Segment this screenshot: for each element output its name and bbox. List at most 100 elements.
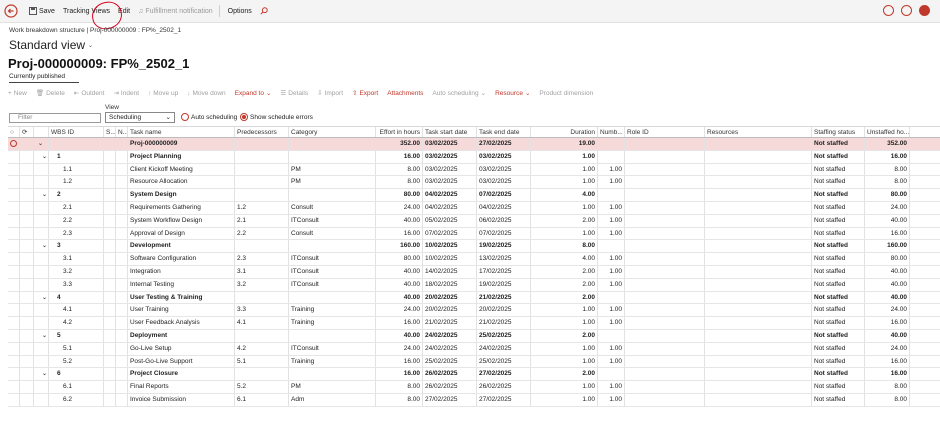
auto-scheduling-radio[interactable]: Auto scheduling	[181, 113, 237, 121]
expand-toggle[interactable]: ⌄	[34, 368, 49, 381]
table-row[interactable]: 5.2 Post-Go-Live Support 5.1 Training 16.00 2…	[8, 355, 940, 369]
table-row[interactable]: ⌄ 2 System Design 80.00 04/02/2025 07/02/2025…	[8, 189, 940, 202]
row-select-radio[interactable]	[8, 342, 20, 355]
select-all-radio[interactable]: ○	[8, 127, 20, 137]
row-select-radio[interactable]	[8, 189, 20, 201]
col-s[interactable]: S...	[104, 127, 116, 137]
row-select-radio[interactable]	[8, 163, 20, 176]
view-select[interactable]: Scheduling ⌄	[105, 112, 175, 123]
row-select-radio[interactable]	[8, 317, 20, 329]
table-row[interactable]: ⌄ 4 User Testing & Training 40.00 20/02/2025…	[8, 291, 940, 305]
table-row[interactable]: 5.1 Go-Live Setup 4.2 ITConsult 24.00 24/02/2…	[8, 342, 940, 356]
row-select-radio[interactable]	[8, 393, 20, 406]
expand-toggle[interactable]: ⌄	[34, 329, 49, 342]
col-effort[interactable]: Effort in hours	[376, 127, 423, 137]
table-row[interactable]: 2.2 System Workflow Design 2.1 ITConsult 40.…	[8, 214, 940, 228]
table-row[interactable]: 3.3 Internal Testing 3.2 ITConsult 40.00 18/0…	[8, 278, 940, 292]
table-row[interactable]: 3.2 Integration 3.1 ITConsult 40.00 14/02/202…	[8, 265, 940, 279]
attachments-button[interactable]: Attachments	[387, 90, 423, 97]
row-select-radio[interactable]	[8, 278, 20, 291]
row-select-radio[interactable]	[8, 253, 20, 265]
row-select-radio[interactable]	[8, 214, 20, 227]
view-selector[interactable]: Standard view ⌄	[9, 38, 93, 52]
table-row[interactable]: ⌄ 6 Project Closure 16.00 26/02/2025 27/02/20…	[8, 368, 940, 382]
export-button[interactable]: ⇧ Export	[352, 89, 378, 98]
fulfillment-notification-button[interactable]: ♫ Fulfillment notification	[138, 8, 213, 15]
expand-toggle[interactable]: ⌄	[34, 291, 49, 304]
plus-icon: +	[8, 89, 12, 97]
row-select-radio[interactable]	[8, 329, 20, 342]
expand-toggle[interactable]: ⌄	[34, 150, 49, 163]
options-button[interactable]: Options	[228, 8, 252, 15]
table-row[interactable]: ⌄ 5 Deployment 40.00 24/02/2025 25/02/2025 2.0…	[8, 329, 940, 343]
table-row[interactable]: ⌄ 1 Project Planning 16.00 03/02/2025 03/02/2…	[8, 150, 940, 164]
table-row[interactable]: 3.1 Software Configuration 2.3 ITConsult 80.…	[8, 253, 940, 266]
row-select-radio[interactable]	[8, 176, 20, 189]
table-row[interactable]: ⌄ 3 Development 160.00 10/02/2025 19/02/2025 8…	[8, 240, 940, 254]
expand-to-button[interactable]: Expand to ⌄	[235, 89, 272, 98]
refresh-icon[interactable]	[883, 5, 894, 16]
resource-menu[interactable]: Resource ⌄	[495, 89, 530, 98]
office-icon[interactable]	[901, 5, 912, 16]
table-row[interactable]: ⌄ Proj-000000009 352.00 03/02/2025 27/02/202…	[8, 138, 940, 151]
row-select-radio[interactable]	[8, 291, 20, 304]
empty-cell	[705, 304, 812, 317]
move-down-button[interactable]: ↓ Move down	[187, 90, 226, 97]
row-select-radio[interactable]	[8, 201, 20, 214]
back-button[interactable]	[1, 1, 21, 21]
delete-button[interactable]: 🗑 Delete	[36, 89, 65, 98]
empty-cell	[705, 317, 812, 329]
options-label: Options	[227, 7, 252, 15]
expand-toggle[interactable]: ⌄	[34, 138, 49, 150]
col-wbs-id[interactable]: WBS ID	[49, 127, 104, 137]
cell-duration: 1.00	[531, 163, 598, 176]
row-select-radio[interactable]	[8, 355, 20, 368]
col-category[interactable]: Category	[289, 127, 376, 137]
col-staffing-status[interactable]: Staffing status	[812, 127, 865, 137]
row-select-radio[interactable]	[8, 227, 20, 240]
row-select-radio[interactable]	[8, 265, 20, 278]
product-dimension-button[interactable]: Product dimension	[539, 90, 593, 97]
show-schedule-errors-radio[interactable]: Show schedule errors	[240, 113, 313, 121]
col-end[interactable]: Task end date	[477, 127, 531, 137]
col-role-id[interactable]: Role ID	[625, 127, 705, 137]
row-select-radio[interactable]	[8, 381, 20, 393]
search-button[interactable]	[260, 7, 268, 15]
table-row[interactable]: 6.1 Final Reports 5.2 PM 8.00 26/02/2025 26/02…	[8, 381, 940, 394]
table-row[interactable]: 2.1 Requirements Gathering 1.2 Consult 24.00…	[8, 201, 940, 215]
details-button[interactable]: ☰ Details	[280, 89, 308, 98]
new-button[interactable]: + New	[8, 90, 27, 97]
outdent-button[interactable]: ⇤ Outdent	[74, 89, 105, 98]
col-task-name[interactable]: Task name	[128, 127, 235, 137]
col-unstaffed-hours[interactable]: Unstaffed ho...	[865, 127, 910, 137]
auto-scheduling-menu[interactable]: Auto scheduling ⌄	[432, 89, 486, 98]
table-row[interactable]: 4.1 User Training 3.3 Training 24.00 20/02/20…	[8, 304, 940, 318]
table-row[interactable]: 2.3 Approval of Design 2.2 Consult 16.00 07/0…	[8, 227, 940, 241]
breadcrumb[interactable]: Work breakdown structure | Proj-00000000…	[9, 27, 181, 34]
move-up-button[interactable]: ↑ Move up	[148, 90, 178, 97]
row-select-radio[interactable]	[8, 240, 20, 253]
row-select-radio[interactable]	[8, 304, 20, 317]
save-button[interactable]: Save	[29, 7, 55, 15]
expand-toggle[interactable]: ⌄	[34, 189, 49, 201]
table-row[interactable]: 1.2 Resource Allocation PM 8.00 03/02/2025 03…	[8, 176, 940, 190]
table-row[interactable]: 4.2 User Feedback Analysis 4.1 Training 16.0…	[8, 317, 940, 330]
col-resources[interactable]: Resources	[705, 127, 812, 137]
expand-toggle[interactable]: ⌄	[34, 240, 49, 253]
col-start[interactable]: Task start date	[423, 127, 477, 137]
col-n[interactable]: N...	[116, 127, 128, 137]
import-button[interactable]: ⇩ Import	[317, 89, 343, 98]
col-number[interactable]: Numb...	[598, 127, 625, 137]
table-row[interactable]: 1.1 Client Kickoff Meeting PM 8.00 03/02/202…	[8, 163, 940, 177]
col-predecessors[interactable]: Predecessors	[235, 127, 289, 137]
close-icon[interactable]	[919, 5, 930, 16]
table-row[interactable]: 6.2 Invoice Submission 6.1 Adm 8.00 27/02/202…	[8, 393, 940, 407]
filter-input[interactable]: Filter	[9, 113, 101, 123]
row-select-radio[interactable]	[8, 150, 20, 163]
cell-effort: 80.00	[376, 189, 423, 201]
row-select-radio[interactable]	[8, 138, 20, 150]
indent-button[interactable]: ⇥ Indent	[113, 89, 139, 98]
refresh-column-icon[interactable]: ⟳	[20, 127, 34, 137]
col-duration[interactable]: Duration	[531, 127, 598, 137]
row-select-radio[interactable]	[8, 368, 20, 381]
